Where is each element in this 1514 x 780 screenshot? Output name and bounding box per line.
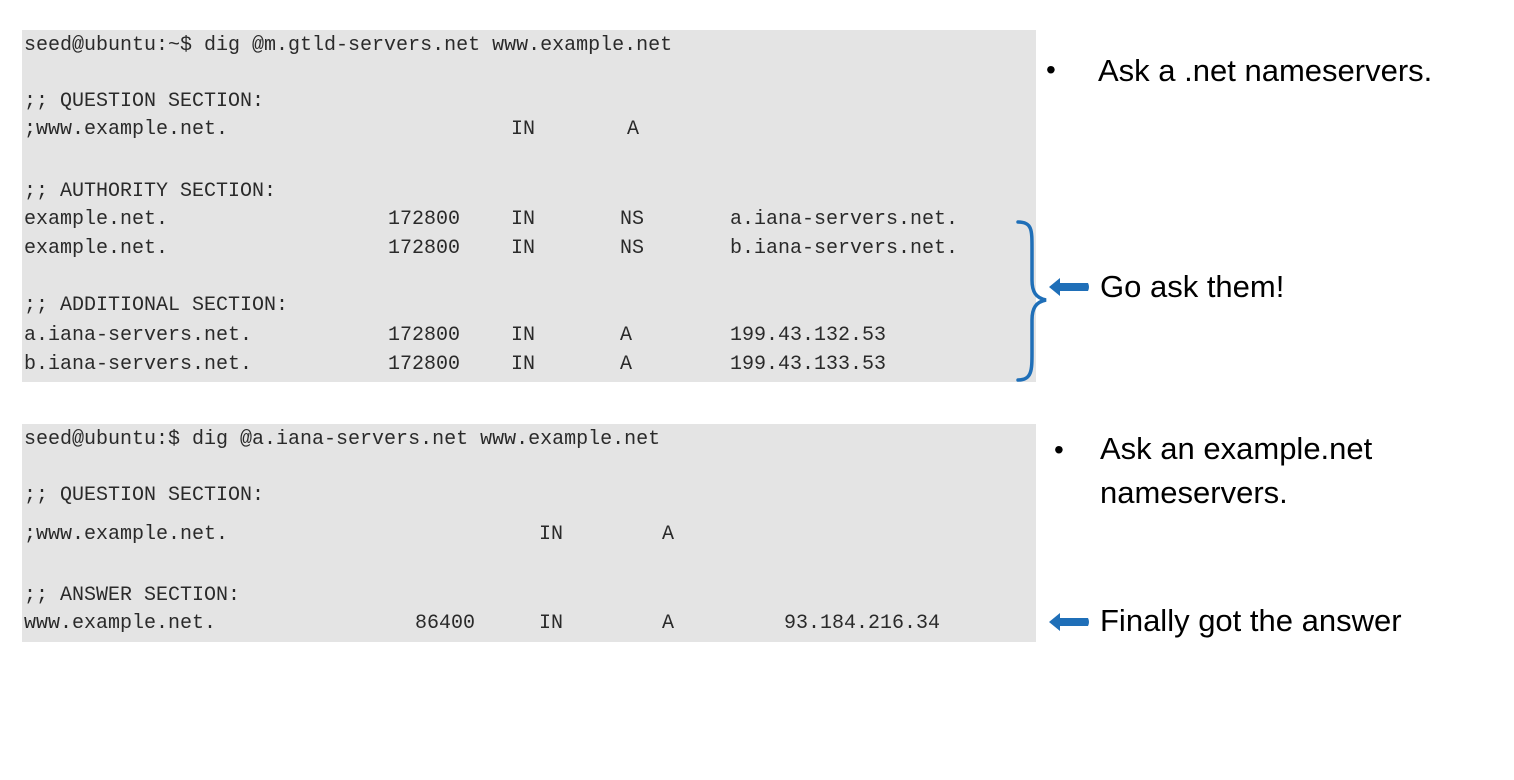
curly-brace-icon	[1016, 220, 1047, 382]
command-text: seed@ubuntu:$ dig @a.iana-servers.net ww…	[24, 428, 661, 451]
record-class: IN	[511, 237, 536, 260]
terminal-output-gtld: seed@ubuntu:~$ dig @m.gtld-servers.net w…	[22, 30, 1036, 382]
question-row: ;www.example.net. IN A	[22, 118, 639, 142]
answer-section-header: ;; ANSWER SECTION:	[22, 584, 240, 608]
authority-record-row: example.net. 172800 IN NS a.iana-servers…	[22, 208, 958, 232]
section-header-text: ;; QUESTION SECTION:	[24, 484, 265, 507]
record-data: b.iana-servers.net.	[730, 237, 959, 260]
record-type: A	[662, 612, 675, 635]
record-data: 199.43.132.53	[730, 324, 887, 347]
additional-record-row: a.iana-servers.net. 172800 IN A 199.43.1…	[22, 324, 886, 348]
additional-record-row: b.iana-servers.net. 172800 IN A 199.43.1…	[22, 353, 886, 377]
bullet-icon: •	[1046, 54, 1056, 85]
arrow-left-icon	[1049, 278, 1089, 296]
command-text: seed@ubuntu:~$ dig @m.gtld-servers.net w…	[24, 34, 673, 57]
record-ttl: 172800	[388, 237, 461, 260]
record-data: 93.184.216.34	[784, 612, 941, 635]
record-class: IN	[511, 353, 536, 376]
record-ttl: 86400	[415, 612, 476, 635]
record-name: b.iana-servers.net.	[24, 353, 253, 376]
authority-section-header: ;; AUTHORITY SECTION:	[22, 180, 276, 204]
record-ttl: 172800	[388, 324, 461, 347]
bullet-icon: •	[1054, 434, 1064, 465]
record-type: NS	[620, 237, 645, 260]
command-line: seed@ubuntu:$ dig @a.iana-servers.net ww…	[22, 428, 660, 452]
question-name: ;www.example.net.	[24, 523, 229, 546]
record-ttl: 172800	[388, 353, 461, 376]
record-type: NS	[620, 208, 645, 231]
record-class: IN	[511, 324, 536, 347]
record-name: example.net.	[24, 208, 169, 231]
additional-section-header: ;; ADDITIONAL SECTION:	[22, 294, 288, 318]
question-row: ;www.example.net. IN A	[22, 523, 674, 547]
record-data: 199.43.133.53	[730, 353, 887, 376]
answer-record-row: www.example.net. 86400 IN A 93.184.216.3…	[22, 612, 940, 636]
record-type: A	[620, 324, 633, 347]
record-name: a.iana-servers.net.	[24, 324, 253, 347]
question-class: IN	[511, 118, 536, 141]
record-ttl: 172800	[388, 208, 461, 231]
question-section-header: ;; QUESTION SECTION:	[22, 90, 264, 114]
question-section-header: ;; QUESTION SECTION:	[22, 484, 264, 508]
record-class: IN	[539, 612, 564, 635]
note-finally-got-answer: Finally got the answer	[1100, 603, 1402, 638]
note-ask-net-nameservers: Ask a .net nameservers.	[1098, 53, 1433, 88]
record-type: A	[620, 353, 633, 376]
command-line: seed@ubuntu:~$ dig @m.gtld-servers.net w…	[22, 34, 672, 58]
section-header-text: ;; AUTHORITY SECTION:	[24, 180, 277, 203]
section-header-text: ;; QUESTION SECTION:	[24, 90, 265, 113]
record-name: example.net.	[24, 237, 169, 260]
terminal-output-iana: seed@ubuntu:$ dig @a.iana-servers.net ww…	[22, 424, 1036, 642]
section-header-text: ;; ANSWER SECTION:	[24, 584, 241, 607]
question-name: ;www.example.net.	[24, 118, 229, 141]
arrow-left-icon	[1049, 613, 1089, 631]
authority-record-row: example.net. 172800 IN NS b.iana-servers…	[22, 237, 958, 261]
section-header-text: ;; ADDITIONAL SECTION:	[24, 294, 289, 317]
record-data: a.iana-servers.net.	[730, 208, 959, 231]
note-ask-example-nameservers-line2: nameservers.	[1100, 475, 1288, 510]
note-go-ask-them: Go ask them!	[1100, 269, 1285, 304]
question-class: IN	[539, 523, 564, 546]
record-name: www.example.net.	[24, 612, 217, 635]
note-ask-example-nameservers-line1: Ask an example.net	[1100, 431, 1373, 466]
record-class: IN	[511, 208, 536, 231]
question-type: A	[627, 118, 640, 141]
question-type: A	[662, 523, 675, 546]
